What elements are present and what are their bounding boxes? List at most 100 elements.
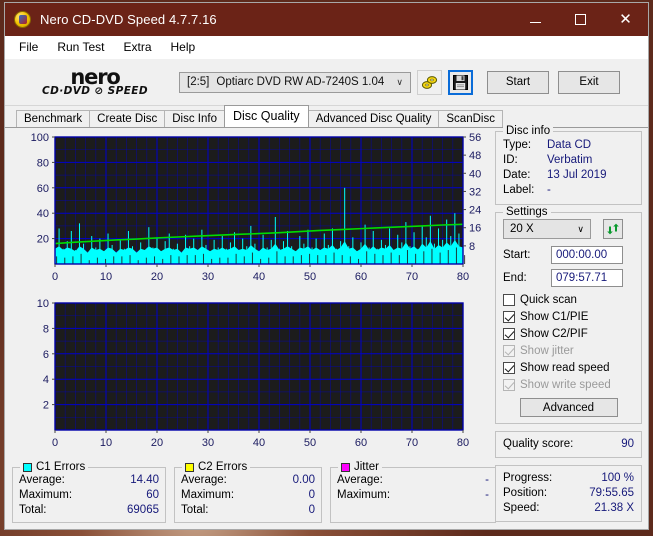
refresh-button[interactable] [603,219,623,239]
menu-item-extra[interactable]: Extra [119,38,159,56]
svg-text:40: 40 [469,168,481,180]
speed-label: Speed: [503,502,540,514]
checkbox-icon [503,328,515,340]
jitter-average-row: Average: - [337,473,489,488]
window-title: Nero CD-DVD Speed 4.7.7.16 [40,12,217,27]
toolbar: nero CD·DVD ⊘ SPEED [2:5] Optiarc DVD RW… [5,59,648,106]
tab-disc-quality[interactable]: Disc Quality [224,105,309,127]
title-bar: Nero CD-DVD Speed 4.7.7.16 ✕ [5,3,648,36]
svg-text:70: 70 [406,437,418,449]
checkbox-icon [503,362,515,374]
quality-score-box: Quality score: 90 [495,431,642,458]
c2-average-label: Average: [181,474,227,486]
c1-errors-box: C1 Errors Average: 14.40 Maximum: 60 Tot… [12,461,166,523]
checkbox-label: Show jitter [520,345,574,357]
exit-button[interactable]: Exit [558,70,620,94]
svg-text:40: 40 [253,437,265,449]
checkbox-label: Show C2/PIF [520,328,588,340]
jitter-title-label: Jitter [354,461,379,473]
end-input[interactable]: 079:57.71 [551,269,623,287]
checkbox-show-c1-pie[interactable]: Show C1/PIE [503,309,634,325]
checkbox-label: Quick scan [520,294,577,306]
c2-errors-title: C2 Errors [182,461,251,473]
progress-box: Progress: 100 % Position: 79:55.65 Speed… [495,465,642,522]
advanced-button[interactable]: Advanced [519,398,618,417]
checkbox-quick-scan[interactable]: Quick scan [503,292,634,308]
svg-text:10: 10 [100,437,112,449]
checkbox-show-read-speed[interactable]: Show read speed [503,360,634,376]
quality-score-value: 90 [621,438,634,450]
c2-maximum-label: Maximum: [181,489,235,501]
disc-info-value: 13 Jul 2019 [547,169,607,181]
disc-info-key: Label: [503,184,535,196]
c1-error-chart: 20 40 60 80 100 8 16 24 32 40 48 56 0 10 20 30 40 50 60 70 8… [12,131,493,297]
disc-quality-panel: 20 40 60 80 100 8 16 24 32 40 48 56 0 10 20 30 40 50 60 70 8… [5,125,648,528]
start-button[interactable]: Start [487,70,549,94]
svg-text:60: 60 [355,437,367,449]
jitter-average-label: Average: [337,474,383,486]
svg-text:60: 60 [355,271,367,283]
jitter-average-value: - [485,474,489,486]
svg-text:30: 30 [202,437,214,449]
svg-text:30: 30 [202,271,214,283]
speed-select[interactable]: 20 X ∨ [503,219,591,239]
save-button[interactable] [448,69,473,95]
c2-average-row: Average: 0.00 [181,473,315,488]
nero-disc-icon [14,11,31,28]
start-input[interactable]: 000:00.00 [551,246,623,264]
svg-text:50: 50 [304,271,316,283]
svg-text:32: 32 [469,186,481,198]
svg-text:8: 8 [43,323,49,335]
jitter-maximum-row: Maximum: - [337,488,489,503]
disc-info-group: Disc info Type: Data CD ID: Verbatim Dat… [495,125,642,205]
checkbox-icon [503,379,515,391]
svg-text:20: 20 [151,271,163,283]
svg-text:100: 100 [31,132,49,144]
disc-info-row-id: ID: Verbatim [503,153,634,168]
checkbox-label: Show read speed [520,362,610,374]
svg-text:0: 0 [52,437,58,449]
close-button[interactable]: ✕ [603,3,648,36]
tab-scandisc[interactable]: ScanDisc [438,110,503,128]
tab-disc-info[interactable]: Disc Info [164,110,225,128]
c2-errors-box: C2 Errors Average: 0.00 Maximum: 0 Total… [174,461,322,523]
settings-title: Settings [503,206,551,218]
disc-info-value: Verbatim [547,154,593,166]
tab-benchmark[interactable]: Benchmark [16,110,91,128]
tab-create-disc[interactable]: Create Disc [89,110,166,128]
disc-info-key: Date: [503,169,531,181]
quality-score-row: Quality score: 90 [503,437,634,452]
tab-advanced-disc-quality[interactable]: Advanced Disc Quality [307,110,440,128]
checkbox-show-c2-pif[interactable]: Show C2/PIF [503,326,634,342]
menu-item-help[interactable]: Help [167,38,204,56]
disc-info-title: Disc info [503,125,554,137]
svg-text:70: 70 [406,271,418,283]
menu-item-run-test[interactable]: Run Test [53,38,112,56]
drive-select[interactable]: [2:5] Optiarc DVD RW AD-7240S 1.04 ∨ [179,71,411,93]
jitter-title: Jitter [338,461,382,473]
position-value: 79:55.65 [589,487,634,499]
charts-column: 20 40 60 80 100 8 16 24 32 40 48 56 0 10 20 30 40 50 60 70 8… [12,131,493,463]
disc-tools-button[interactable] [417,69,442,95]
tab-strip: Benchmark Create Disc Disc Info Disc Qua… [5,105,648,128]
speed-value: 21.38 X [594,502,634,514]
chevron-down-icon: ∨ [577,223,584,234]
chevron-down-icon: ∨ [396,76,403,87]
c1-maximum-label: Maximum: [19,489,73,501]
svg-text:4: 4 [43,374,49,386]
maximize-button[interactable] [558,3,603,36]
position-label: Position: [503,487,548,499]
drive-id: [2:5] [187,76,210,88]
checkbox-icon [503,345,515,357]
save-icon [453,74,468,90]
nero-logo: nero CD·DVD ⊘ SPEED [21,67,169,97]
c2-error-chart: 2 4 6 8 10 0 10 20 30 40 50 60 70 80 [12,297,493,463]
svg-text:20: 20 [37,234,49,246]
speed-row: 20 X ∨ [503,219,634,239]
svg-text:60: 60 [37,183,49,195]
minimize-button[interactable] [513,3,558,36]
menu-item-file[interactable]: File [15,38,46,56]
checkbox-icon [503,294,515,306]
quality-score-label: Quality score: [503,438,574,450]
disc-info-value: Data CD [547,139,592,151]
